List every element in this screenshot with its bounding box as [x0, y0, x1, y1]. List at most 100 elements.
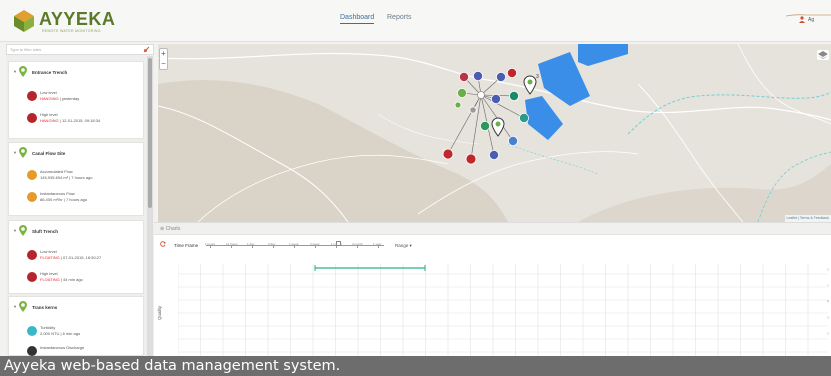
- sensor-marker[interactable]: [456, 88, 467, 99]
- refresh-icon[interactable]: [160, 241, 166, 247]
- sensor-status-icon: [27, 91, 37, 101]
- charts-title: ⊕ Charts: [160, 226, 181, 232]
- zoom-tool-icon[interactable]: ○: [825, 267, 831, 273]
- sensor-detail: 145,935.694 m³ | 7 hours ago: [40, 175, 93, 180]
- site-header[interactable]: ▼ Sluft Trench: [9, 221, 143, 239]
- site-filter-input[interactable]: Type to filter sites: [6, 44, 154, 55]
- sensor-marker[interactable]: [506, 67, 517, 78]
- sensor-time: 7 hours ago: [71, 175, 93, 180]
- user-icon: [799, 16, 805, 23]
- ayyeka-logo[interactable]: AYYEKA REMOTE WATER MONITORING: [12, 6, 132, 38]
- site-card-trans-kerns[interactable]: ▼ Trans kerns Turbidity 2.000 NTU | 6 mi…: [8, 296, 144, 356]
- chart-plot-area[interactable]: [178, 264, 828, 357]
- sensor-status-icon: [27, 113, 37, 123]
- time-frame-tick-label: 1 day: [247, 242, 255, 246]
- sensor-status: FLOATING: [40, 277, 60, 282]
- sensor-time: 6 min ago: [62, 331, 81, 336]
- sensor-detail: 86.400 m³/hr | 7 hours ago: [40, 197, 88, 202]
- user-menu[interactable]: Ag: [791, 13, 831, 27]
- map-canvas[interactable]: 3: [158, 44, 831, 222]
- site-header[interactable]: ▼ Entrance Trench: [9, 62, 143, 80]
- user-name: Ag: [808, 17, 815, 23]
- sensor-row[interactable]: High level HANGING | 12-01-2015, 09:18:3…: [27, 110, 139, 130]
- top-header: AYYEKA REMOTE WATER MONITORING Dashboard…: [0, 0, 831, 42]
- sensor-marker[interactable]: [472, 70, 483, 81]
- site-card-entrance-trench[interactable]: ▼ Entrance Trench Low level HANGING | ye…: [8, 61, 144, 139]
- sensor-detail: HANGING | 12-01-2015, 09:18:34: [40, 118, 101, 123]
- sensor-row[interactable]: Turbidity 2.000 NTU | 6 min ago: [27, 323, 139, 343]
- sensor-name: Turbidity: [40, 325, 56, 330]
- site-header[interactable]: ▼ Trans kerns: [9, 297, 143, 315]
- sensor-status-icon: [27, 346, 37, 356]
- sensor-name: High level: [40, 271, 58, 276]
- site-card-canal-flow[interactable]: ▼ Canal Flow Site Accumulated Flow 145,9…: [8, 142, 144, 216]
- layers-button[interactable]: [817, 50, 829, 60]
- zoom-control: + −: [159, 48, 168, 70]
- image-caption: Ayyeka web-based data management system.: [0, 356, 831, 376]
- map-attribution[interactable]: Leaflet | Terms & Feedback: [784, 215, 831, 222]
- sensor-time: 12-01-2015, 09:18:34: [61, 118, 101, 123]
- tab-reports[interactable]: Reports: [387, 12, 412, 24]
- export-tool-icon[interactable]: ○: [825, 331, 831, 337]
- logo-subtitle: REMOTE WATER MONITORING: [42, 29, 101, 33]
- sensor-row[interactable]: Low level FLOATING | 07-01-2015, 16:50:2…: [27, 247, 139, 267]
- sensor-name: Accumulated Flow: [40, 169, 73, 174]
- sensor-status-icon: [27, 272, 37, 282]
- charts-header[interactable]: ⊕ Charts: [154, 223, 831, 235]
- sensor-marker[interactable]: [442, 148, 454, 160]
- site-name: Entrance Trench: [32, 70, 68, 75]
- sensor-marker[interactable]: [495, 71, 506, 82]
- logo-mark-icon: [14, 10, 34, 32]
- time-frame-tick-label: 1 year: [373, 242, 382, 246]
- sensor-value: 2.000 NTU: [40, 331, 60, 336]
- sensor-row[interactable]: High level FLOATING | 44 min ago: [27, 269, 139, 289]
- range-selector[interactable]: [314, 265, 426, 271]
- collapse-caret-icon[interactable]: ▼: [13, 69, 17, 74]
- sensor-detail: 2.000 NTU | 6 min ago: [40, 331, 81, 336]
- map-pin-icon: [19, 301, 27, 312]
- pan-tool-icon[interactable]: ‹: [825, 283, 831, 289]
- reset-tool-icon[interactable]: ×: [825, 299, 831, 305]
- marker-count: 3: [536, 74, 539, 80]
- time-frame-tick-label: 1 week: [289, 242, 299, 246]
- collapse-caret-icon[interactable]: ▼: [13, 304, 17, 309]
- cluster-hub[interactable]: [477, 91, 485, 99]
- collapse-caret-icon[interactable]: ▼: [13, 150, 17, 155]
- sensor-row[interactable]: Low level HANGING | yesterday: [27, 88, 139, 108]
- filter-icon[interactable]: [143, 46, 150, 53]
- sensor-row[interactable]: Accumulated Flow 145,935.694 m³ | 7 hour…: [27, 167, 139, 187]
- tab-dashboard[interactable]: Dashboard: [340, 12, 375, 24]
- sensor-detail: HANGING | yesterday: [40, 96, 80, 101]
- charts-panel: ⊕ Charts Time Frame 1 hours 12 hours 1 day…: [154, 222, 831, 357]
- sensor-marker[interactable]: [454, 101, 462, 109]
- site-name: Trans kerns: [32, 305, 58, 310]
- map-pin-icon: [19, 225, 27, 236]
- map-panel[interactable]: 3 + − Leaflet | Terms & Feedback: [158, 44, 831, 222]
- range-dropdown[interactable]: Range ▾: [395, 243, 412, 249]
- sensor-marker[interactable]: [465, 153, 477, 165]
- site-header[interactable]: ▼ Canal Flow Site: [9, 143, 143, 161]
- sensor-marker[interactable]: [490, 94, 501, 105]
- map-pin-icon: [19, 147, 27, 158]
- zoom-in-button[interactable]: +: [160, 49, 167, 59]
- sidebar-scrollbar[interactable]: [147, 56, 153, 356]
- sensor-marker[interactable]: [507, 136, 518, 147]
- sensor-marker[interactable]: [518, 113, 529, 124]
- site-name: Canal Flow Site: [32, 151, 66, 156]
- zoom-out-button[interactable]: −: [160, 59, 167, 69]
- time-frame-handle[interactable]: [336, 241, 341, 246]
- logo-text: AYYEKA: [39, 9, 116, 29]
- sensor-marker[interactable]: [469, 106, 477, 114]
- search-tool-icon[interactable]: ○: [825, 315, 831, 321]
- sensor-marker[interactable]: [488, 150, 499, 161]
- chart-grid: [178, 264, 828, 357]
- sensor-marker[interactable]: [458, 71, 469, 82]
- scroll-thumb[interactable]: [148, 58, 152, 208]
- sensor-name: High level: [40, 112, 58, 117]
- collapse-caret-icon[interactable]: ▼: [13, 228, 17, 233]
- sensor-name: Low level: [40, 249, 57, 254]
- site-card-sluft-trench[interactable]: ▼ Sluft Trench Low level FLOATING | 07-0…: [8, 220, 144, 294]
- sensor-row[interactable]: Instantaneous Flow 86.400 m³/hr | 7 hour…: [27, 189, 139, 209]
- sensor-marker[interactable]: [479, 121, 490, 132]
- sensor-marker[interactable]: [508, 91, 519, 102]
